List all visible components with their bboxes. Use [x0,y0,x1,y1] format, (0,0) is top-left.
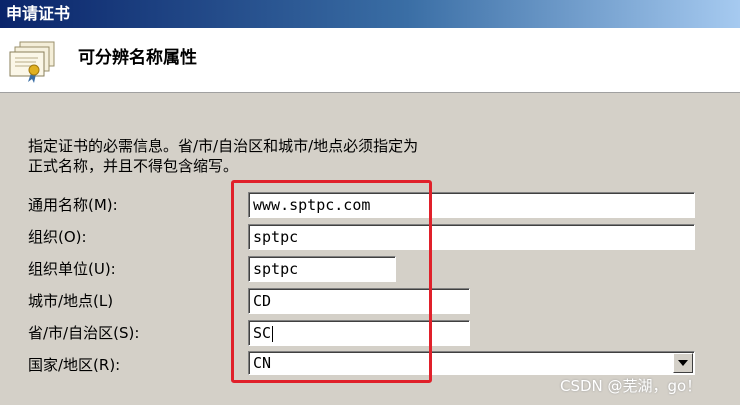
instructions-text: 指定证书的必需信息。省/市/自治区和城市/地点必须指定为 正式名称，并且不得包含… [28,137,419,175]
organization-label: 组织(O): [28,228,87,246]
dropdown-button[interactable] [673,353,693,373]
city-label: 城市/地点(L) [28,292,114,310]
org-unit-label: 组织单位(U): [28,260,116,278]
state-label: 省/市/自治区(S): [28,324,140,342]
red-annotation-box [231,180,432,383]
page-title: 可分辨名称属性 [78,48,197,68]
country-label: 国家/地区(R): [28,356,121,374]
wizard-header: 可分辨名称属性 [0,28,740,93]
chevron-down-icon [678,360,688,366]
common-name-label: 通用名称(M): [28,196,118,214]
certificate-icon [9,41,55,83]
window-title: 申请证书 [0,0,740,28]
watermark: CSDN @芜湖，go！ [560,377,702,395]
